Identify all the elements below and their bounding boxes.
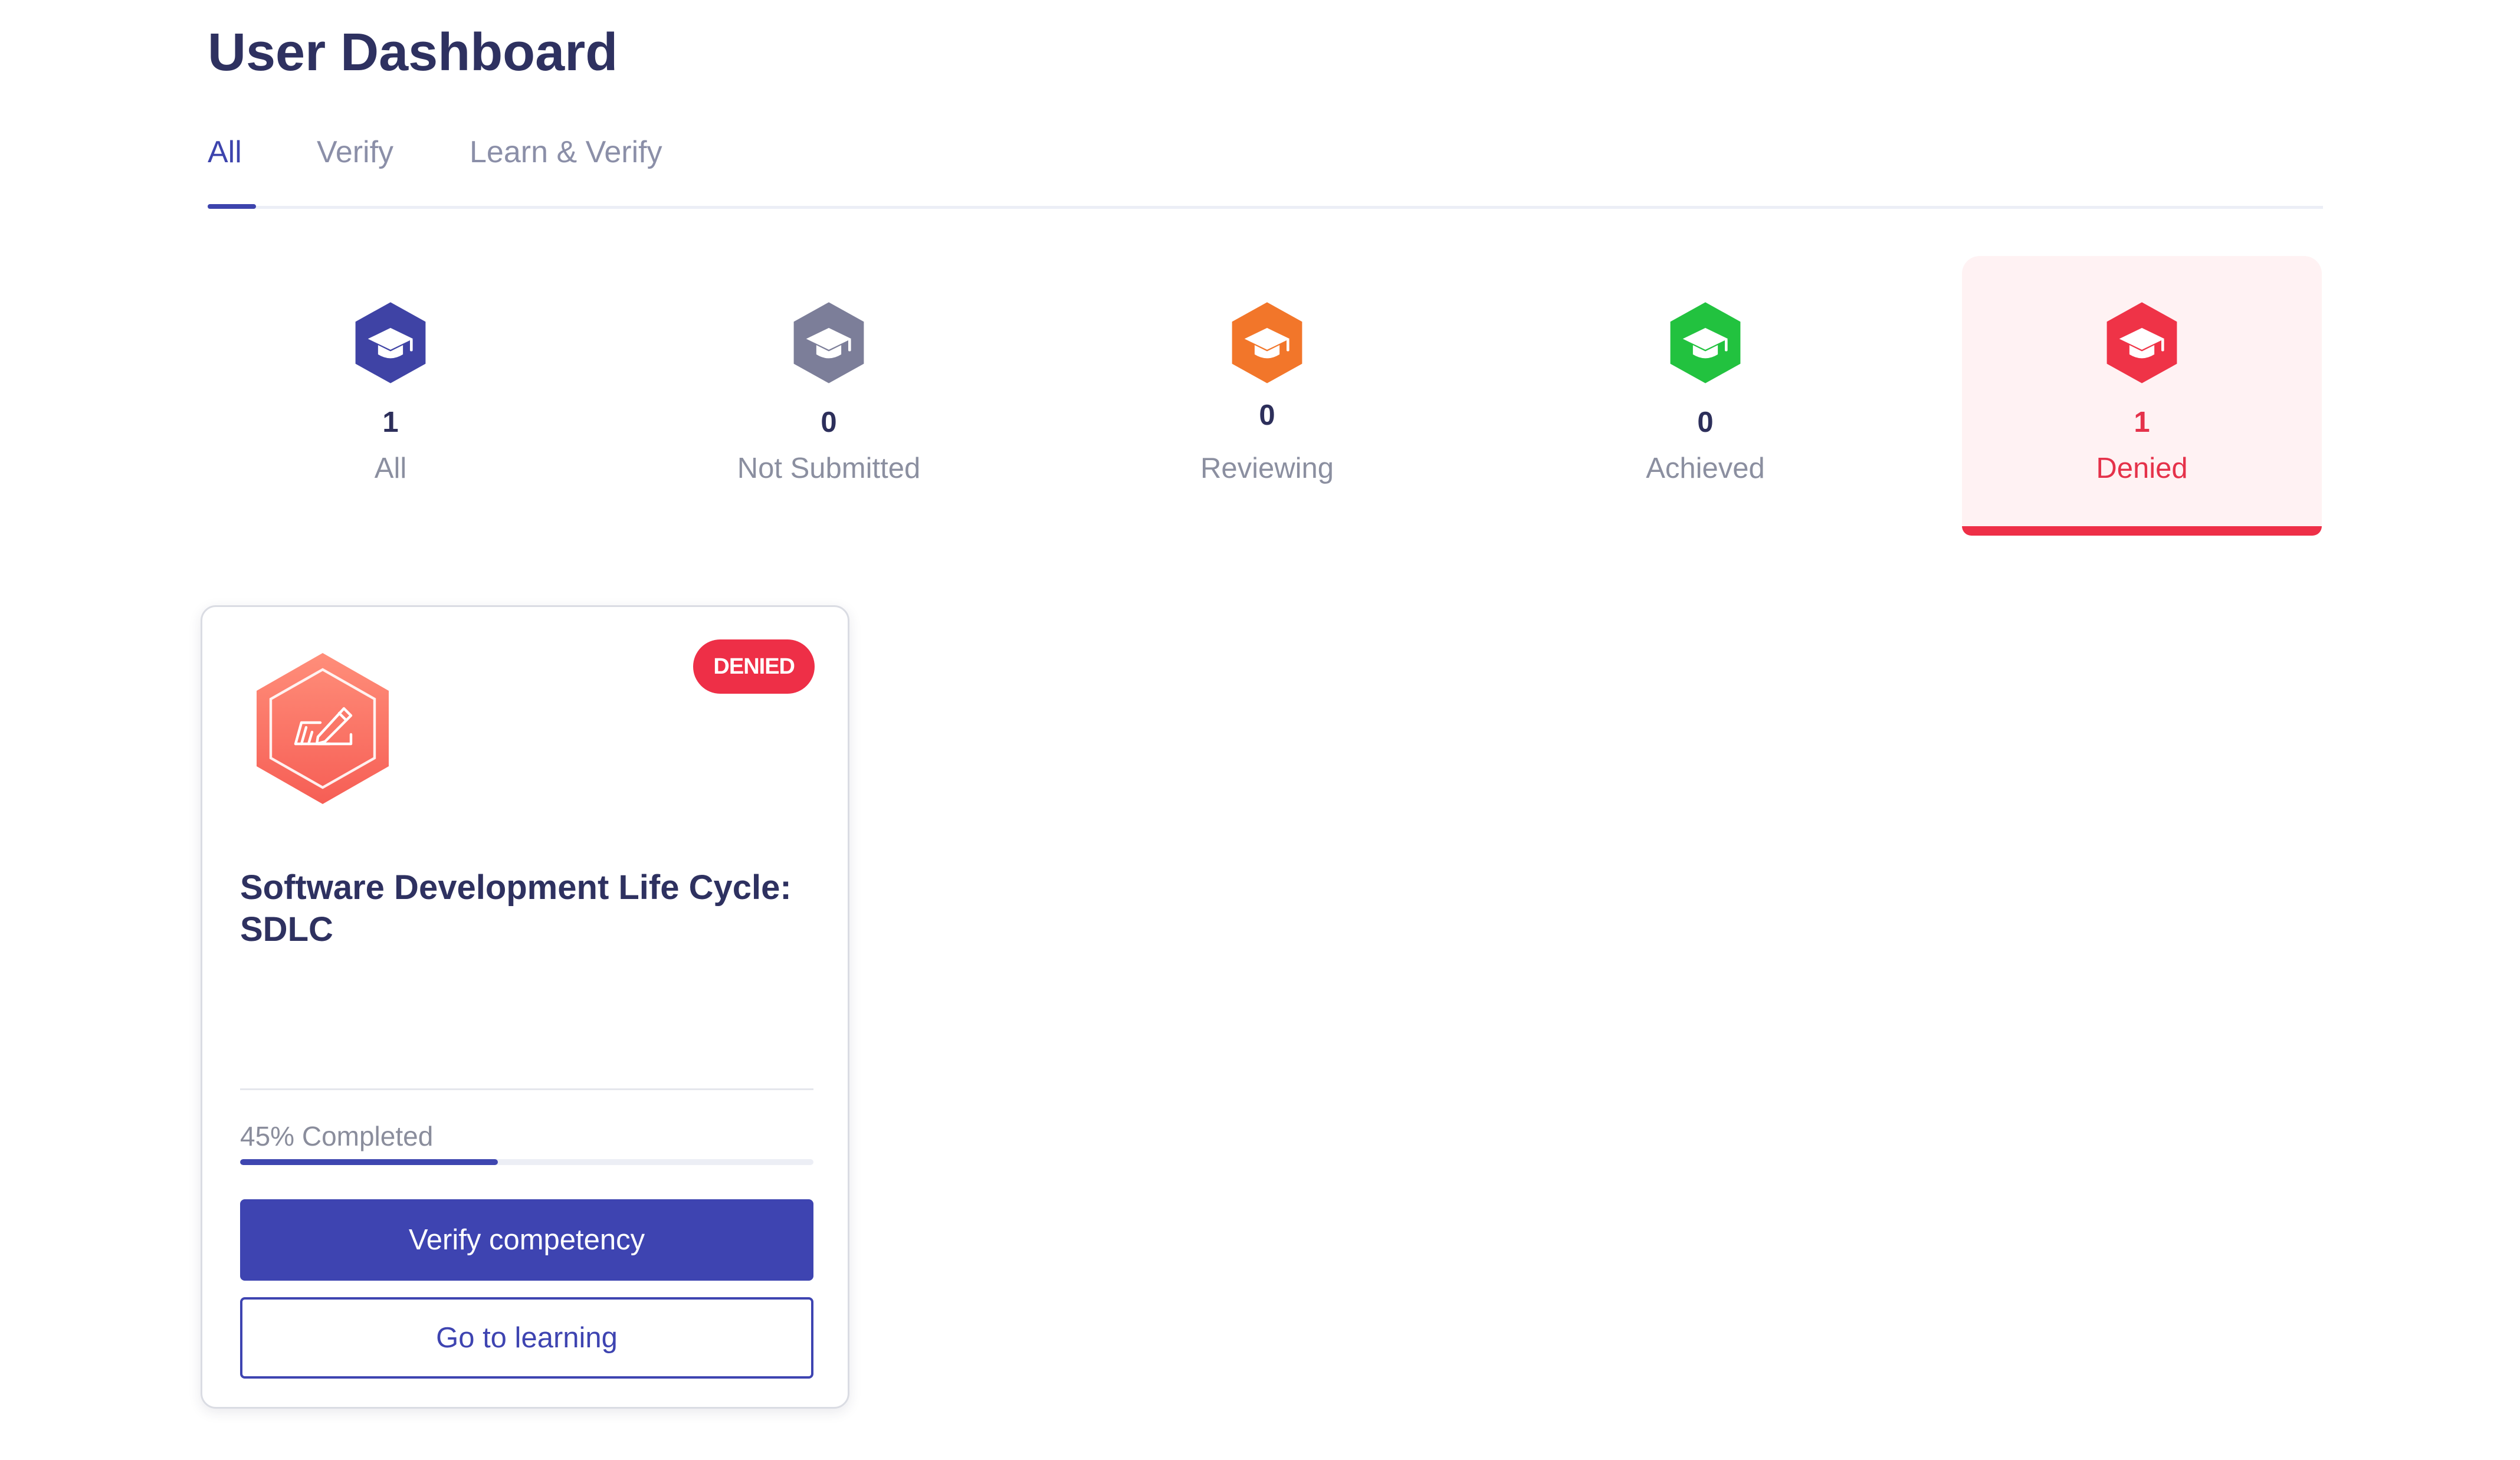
status-badge: DENIED [693, 639, 815, 694]
tabs-divider [208, 206, 2323, 209]
graduation-cap-icon [1670, 302, 1741, 383]
stat-label: Denied [2096, 452, 2188, 484]
stat-label: Achieved [1646, 452, 1765, 484]
stat-card-denied[interactable]: 1 Denied [1962, 256, 2322, 536]
course-card: DENIED Software Development Life Cycle: … [201, 605, 849, 1409]
stat-card-achieved[interactable]: 0 Achieved [1525, 256, 1885, 536]
progress-label: 45% Completed [240, 1121, 434, 1151]
tab-learn-and-verify[interactable]: Learn & Verify [470, 134, 662, 170]
stat-count: 0 [821, 406, 837, 438]
go-to-learning-button[interactable]: Go to learning [240, 1297, 813, 1379]
tab-bar: All Verify Learn & Verify [208, 134, 2323, 209]
pen-writing-icon [257, 653, 389, 804]
page-title: User Dashboard [208, 23, 618, 82]
graduation-cap-icon [355, 302, 426, 383]
graduation-cap-icon [793, 302, 864, 383]
tab-verify[interactable]: Verify [317, 134, 393, 170]
stat-label: Reviewing [1200, 452, 1334, 484]
stat-label: Not Submitted [737, 452, 921, 484]
progress-bar [240, 1159, 813, 1165]
card-divider [240, 1088, 813, 1090]
graduation-cap-icon [1232, 302, 1302, 383]
stat-count: 1 [382, 406, 399, 438]
verify-competency-button[interactable]: Verify competency [240, 1199, 813, 1281]
progress-bar-fill [240, 1159, 498, 1165]
stat-label: All [374, 452, 407, 484]
graduation-cap-icon [2106, 302, 2177, 383]
stat-count: 0 [1259, 399, 1275, 431]
stat-card-all[interactable]: 1 All [211, 256, 570, 536]
stat-card-reviewing[interactable]: 0 Reviewing [1087, 256, 1447, 536]
tab-all[interactable]: All [208, 134, 242, 170]
stat-count: 0 [1697, 406, 1714, 438]
stat-count: 1 [2134, 406, 2150, 438]
course-title: Software Development Life Cycle: SDLC [240, 868, 792, 949]
stat-card-not-submitted[interactable]: 0 Not Submitted [649, 256, 1009, 536]
active-tab-indicator [208, 204, 256, 209]
